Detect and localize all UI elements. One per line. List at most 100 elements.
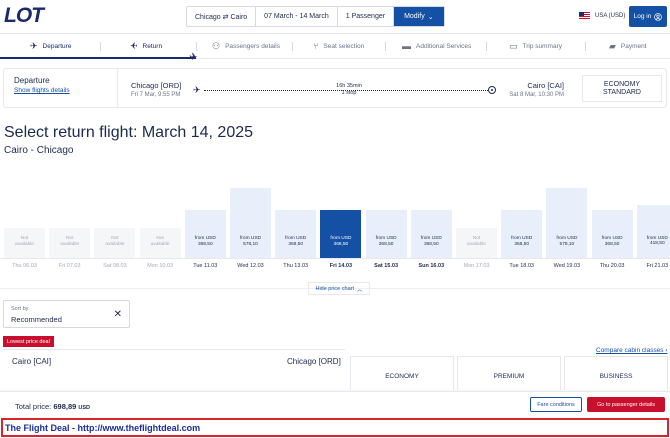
total-price-label: Total price:	[15, 402, 52, 411]
step-summary: ▭ Trip summary	[509, 41, 562, 52]
step-label: Return	[142, 43, 163, 50]
step-divider	[385, 42, 386, 51]
close-icon[interactable]: ✕	[114, 309, 122, 320]
sort-label: Sort by	[11, 306, 29, 312]
chart-day-label[interactable]: Thu 20.03	[590, 263, 635, 269]
chart-day-label[interactable]: Sun 16.03	[409, 263, 454, 269]
hide-chart-label: Hide price chart	[315, 285, 354, 292]
chart-day-label[interactable]: Tue 18.03	[499, 263, 544, 269]
step-divider	[292, 42, 293, 51]
price-bar[interactable]: from USD 418,50	[636, 204, 670, 258]
price-bar[interactable]: from USD 368,50	[184, 210, 226, 258]
price-bar[interactable]: from USD 368,50	[591, 210, 633, 258]
modify-button[interactable]: Modify ⌄	[394, 7, 444, 26]
summary-title: Departure	[14, 76, 50, 85]
login-label: Log in	[633, 13, 652, 20]
chevron-right-icon: ›	[665, 347, 668, 354]
flight-stops: 1 stop	[341, 90, 357, 96]
total-price: Total price: 698,89 USD	[15, 402, 90, 411]
booking-steps: ✈ Departure ✈ Return ⚇ Passengers detail…	[0, 36, 670, 63]
search-summary-bar: Chicago ⇄ Cairo 07 March - 14 March 1 Pa…	[186, 6, 445, 27]
price-bar-label: from USD 368,50	[330, 236, 352, 247]
lot-logo[interactable]: LOT	[4, 4, 44, 27]
passengers-icon: ⚇	[212, 41, 221, 51]
plane-landing-icon: ✈	[130, 41, 138, 51]
price-bar[interactable]: from USD 368,50	[410, 210, 452, 258]
user-icon	[654, 12, 663, 21]
progress-plane-icon: ✈	[189, 52, 198, 63]
passengers-field[interactable]: 1 Passenger	[338, 7, 395, 26]
go-to-passenger-details-button[interactable]: Go to passenger details	[587, 397, 665, 412]
compare-cabin-classes-link[interactable]: Compare cabin classes ›	[596, 347, 668, 354]
price-bar: Not available	[456, 228, 497, 258]
price-chart: Not available Thu 06.03 Not available Fri 07.…	[0, 182, 670, 272]
chart-day-label[interactable]: Fri 14.03	[318, 263, 363, 269]
step-payment: ▰ Payment	[609, 41, 647, 52]
price-bar-label: from USD 368,50	[194, 236, 216, 247]
modify-label: Modify	[404, 13, 425, 20]
price-bar-label: from USD 578,10	[556, 236, 578, 247]
price-bar-label: from USD 368,50	[285, 236, 307, 247]
step-divider	[585, 42, 586, 51]
chart-day-label[interactable]: Fri 21.03	[635, 263, 670, 269]
chart-day-label[interactable]: Wed 19.03	[544, 263, 589, 269]
price-bar[interactable]: from USD 368,50	[275, 210, 317, 258]
step-departure[interactable]: ✈ Departure	[30, 41, 71, 52]
sort-select[interactable]: Sort by Recommended ✕	[3, 300, 130, 328]
destination-airport: Cairo [CAI]	[527, 81, 564, 90]
hide-price-chart-button[interactable]: Hide price chart ︿	[308, 282, 370, 295]
compare-label: Compare cabin classes	[596, 347, 664, 354]
origin-datetime: Fri 7 Mar, 9:55 PM	[131, 92, 181, 98]
price-bar-label: from USD 368,50	[420, 236, 442, 247]
currency-selector[interactable]: USA (USD)	[579, 12, 625, 19]
chart-day-label: Fri 07.03	[58, 263, 81, 269]
chart-day-label[interactable]: Wed 12.03	[228, 263, 273, 269]
price-bar-label: from USD 418,50	[646, 235, 668, 247]
price-bar[interactable]: from USD 578,10	[230, 188, 271, 258]
dates-field[interactable]: 07 March - 14 March	[256, 7, 338, 26]
step-label: Passengers details	[225, 43, 280, 50]
chart-day-label: Mon 10.03	[147, 263, 174, 269]
watermark-banner: The Flight Deal - http://www.theflightde…	[1, 418, 669, 437]
cabin-premium-column[interactable]: PREMIUM	[457, 356, 561, 390]
flight-result-card[interactable]	[3, 349, 345, 389]
chart-day-label: Mon 17.03	[463, 263, 490, 269]
price-bar-label: from USD 368,50	[375, 236, 397, 247]
step-seats: ⑂ Seat selection	[313, 41, 364, 51]
sort-value: Recommended	[11, 315, 62, 324]
route-plane-icon: ✈	[193, 85, 201, 95]
step-return[interactable]: ✈ Return	[130, 41, 162, 52]
step-label: Departure	[42, 43, 72, 50]
cabin-business-column[interactable]: BUSINESS	[564, 356, 668, 390]
step-passengers: ⚇ Passengers details	[212, 41, 280, 52]
price-bar-label: from USD 368,50	[601, 236, 623, 247]
price-bar[interactable]: from USD 368,50	[501, 210, 543, 258]
chart-day-label[interactable]: Thu 13.03	[273, 263, 318, 269]
chevron-down-icon: ⌄	[427, 13, 434, 21]
route-field[interactable]: Chicago ⇄ Cairo	[187, 7, 257, 26]
login-button[interactable]: Log in	[629, 6, 667, 27]
price-bar-label: Not available	[60, 236, 80, 247]
flight-duration: 16h 35min	[336, 83, 362, 89]
fare-conditions-button[interactable]: Fare conditions	[530, 397, 582, 412]
destination-datetime: Sat 8 Mar, 10:30 PM	[509, 92, 564, 98]
cabin-economy-column[interactable]: ECONOMY	[350, 356, 454, 390]
origin-airport: Chicago [ORD]	[131, 81, 182, 90]
wallet-icon: ▰	[609, 41, 616, 51]
chart-day-label[interactable]: Sat 15.03	[364, 263, 409, 269]
price-bar-label: Not available	[150, 236, 170, 247]
currency-label: USA (USD)	[595, 12, 626, 19]
chart-day-label[interactable]: Tue 11.03	[183, 263, 228, 269]
watermark-text: The Flight Deal - http://www.theflightde…	[5, 423, 201, 433]
total-price-currency: USD	[78, 405, 91, 411]
price-bar-label: from USD 368,50	[511, 236, 533, 247]
lot-logo-text: LOT	[4, 4, 44, 27]
price-bar-label: Not available	[105, 236, 125, 247]
price-bar[interactable]: from USD 368,50	[320, 210, 362, 258]
price-bar-label: from USD 578,10	[239, 236, 262, 247]
price-bar[interactable]: from USD 368,50	[365, 210, 407, 258]
price-bar-label: Not available	[15, 236, 34, 247]
price-bar: Not available	[139, 228, 181, 258]
price-bar[interactable]: from USD 578,10	[546, 188, 588, 258]
show-flight-details-link[interactable]: Show flights details	[14, 87, 70, 94]
